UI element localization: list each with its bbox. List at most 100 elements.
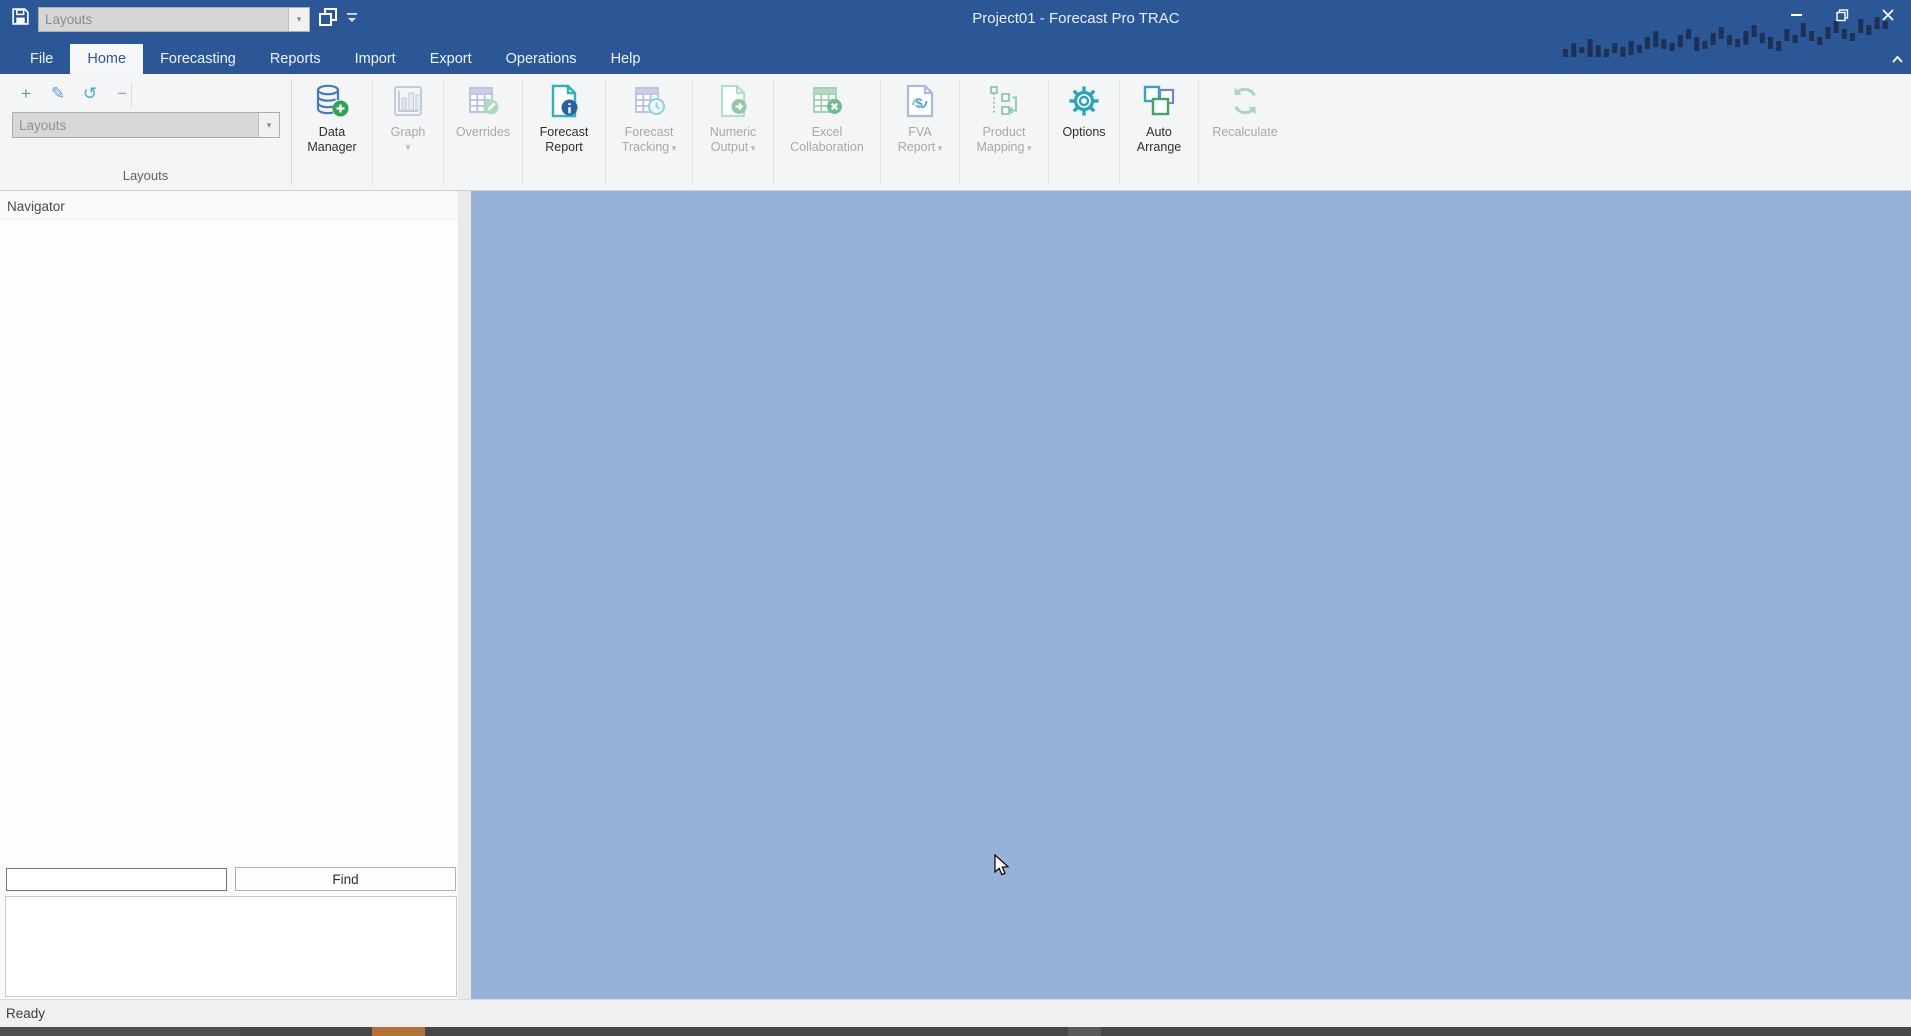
window-arrange-icon: [1140, 82, 1178, 120]
ribbon-button-label: Tracking ▾: [621, 140, 677, 154]
ribbon-button-label: Forecast: [624, 125, 674, 139]
ribbon-button-label: Data: [318, 125, 346, 139]
ribbon-button-label: Product: [982, 125, 1026, 139]
ribbon-collapse-button[interactable]: [1891, 50, 1904, 68]
window-header: Layouts ▾ Project01 - Forecast Pro TRAC: [0, 0, 1911, 74]
layouts-quick-combo: Layouts ▾: [38, 6, 310, 32]
layouts-quick-combo-value: Layouts: [45, 11, 93, 27]
tab-import[interactable]: Import: [338, 44, 413, 74]
divider: [131, 83, 132, 108]
ribbon-buttons: Data Manager Graph ▾ Overrides Forecast Report…: [292, 74, 1291, 190]
ribbon-button-label: Report: [545, 140, 583, 154]
ribbon-button-overrides: Overrides: [444, 74, 522, 190]
qat-customize-icon[interactable]: [346, 10, 358, 28]
table-clock-icon: [630, 82, 668, 120]
save-icon[interactable]: [10, 6, 31, 32]
ribbon-button-label: Overrides: [455, 125, 511, 139]
layouts-combo-value: Layouts: [19, 117, 67, 133]
ribbon-button-label: Collaboration: [790, 140, 864, 154]
taskbar-segment: [372, 1027, 425, 1036]
ribbon-button-graph: Graph ▾: [373, 74, 443, 190]
ribbon-button-data-manager[interactable]: Data Manager: [292, 74, 372, 190]
chevron-down-icon: ▾: [935, 143, 943, 153]
taskbar-segment: [0, 1027, 240, 1036]
close-button[interactable]: [1865, 0, 1911, 30]
ribbon-group-layouts: + ✎ ↺ − Layouts ▾ Layouts: [0, 74, 291, 190]
ribbon-button-label: Numeric: [709, 125, 757, 139]
chevron-down-icon: ▾: [405, 142, 411, 152]
ribbon-button-label: Forecast: [539, 125, 589, 139]
database-add-icon: [313, 82, 351, 120]
table-edit-icon: [464, 82, 502, 120]
layout-tools: + ✎ ↺ −: [0, 74, 291, 105]
ribbon-button-label: Mapping ▾: [976, 140, 1032, 154]
status-text: Ready: [6, 1006, 46, 1021]
navigator-title: Navigator: [7, 199, 65, 214]
ribbon-button-product-mapping: Product Mapping ▾: [960, 74, 1048, 190]
window-title: Project01 - Forecast Pro TRAC: [972, 10, 1180, 27]
ribbon-button-forecast-tracking: Forecast Tracking ▾: [606, 74, 692, 190]
navigator-results-list[interactable]: [5, 896, 457, 997]
restore-button[interactable]: [1819, 0, 1865, 30]
navigator-panel: Navigator Find: [0, 191, 458, 999]
navigator-tree[interactable]: [0, 219, 458, 864]
tab-forecasting[interactable]: Forecasting: [143, 44, 253, 74]
ribbon-button-recalculate: Recalculate: [1199, 74, 1291, 190]
window-controls: [1773, 0, 1911, 30]
ribbon-button-auto-arrange[interactable]: Auto Arrange: [1120, 74, 1198, 190]
ribbon-button-label: Report ▾: [897, 140, 943, 154]
edit-layout-button[interactable]: ✎: [47, 83, 69, 105]
minimize-icon: [1790, 14, 1802, 16]
tab-reports[interactable]: Reports: [253, 44, 338, 74]
chevron-down-icon: ▾: [669, 143, 677, 153]
ribbon-button-label: Output ▾: [710, 140, 756, 154]
find-row: Find: [0, 864, 458, 895]
ribbon-button-numeric-output: Numeric Output ▾: [693, 74, 773, 190]
restore-icon: [1835, 8, 1848, 21]
undo-layout-button[interactable]: ↺: [79, 83, 101, 105]
refresh-icon: [1226, 82, 1264, 120]
chevron-up-icon: [1892, 55, 1903, 63]
table-excel-icon: [808, 82, 846, 120]
chevron-down-icon: ▾: [748, 143, 756, 153]
taskbar-strip: [0, 1027, 1911, 1036]
quick-access-toolbar: Layouts ▾: [0, 6, 358, 33]
chevron-down-icon: ▾: [258, 113, 279, 137]
ribbon-button-label: Recalculate: [1212, 125, 1278, 139]
remove-layout-button[interactable]: −: [111, 83, 133, 105]
tab-export[interactable]: Export: [413, 44, 489, 74]
ribbon-button-excel-collaboration: Excel Collaboration: [774, 74, 880, 190]
mouse-cursor-icon: [994, 854, 1010, 876]
ribbon-button-label: Excel: [811, 125, 843, 139]
tab-operations[interactable]: Operations: [489, 44, 594, 74]
chevron-down-icon: ▾: [1024, 143, 1032, 153]
layouts-combo: Layouts ▾: [12, 112, 280, 138]
ribbon-button-label: FVA: [908, 125, 932, 139]
minimize-button[interactable]: [1773, 0, 1819, 30]
close-icon: [1882, 9, 1894, 21]
app-window: Layouts ▾ Project01 - Forecast Pro TRAC: [0, 0, 1911, 1036]
tab-home[interactable]: Home: [70, 44, 144, 74]
tab-help[interactable]: Help: [594, 44, 658, 74]
canvas: [471, 191, 1911, 999]
ribbon: + ✎ ↺ − Layouts ▾ Layouts Data Manager Graph ▾…: [0, 74, 1911, 191]
ribbon-button-label: Arrange: [1136, 140, 1182, 154]
window-switch-icon[interactable]: [317, 6, 339, 33]
ribbon-button-label: Graph: [390, 125, 426, 139]
doc-info-icon: [545, 82, 583, 120]
status-bar: Ready: [0, 999, 1911, 1027]
ribbon-group-label: Layouts: [122, 168, 169, 183]
find-button[interactable]: Find: [235, 867, 456, 891]
ribbon-button-forecast-report[interactable]: Forecast Report: [523, 74, 605, 190]
hierarchy-icon: [985, 82, 1023, 120]
panel-splitter[interactable]: [458, 191, 471, 999]
bar-chart-icon: [389, 82, 427, 120]
ribbon-button-label: Options: [1062, 125, 1106, 139]
ribbon-button-options[interactable]: Options: [1049, 74, 1119, 190]
ribbon-button-label: Auto: [1146, 125, 1172, 139]
tab-file[interactable]: File: [13, 44, 70, 74]
find-input[interactable]: [6, 867, 227, 891]
add-layout-button[interactable]: +: [15, 83, 37, 105]
ribbon-button-label: Manager: [307, 140, 357, 154]
main-content: Navigator Find: [0, 191, 1911, 999]
